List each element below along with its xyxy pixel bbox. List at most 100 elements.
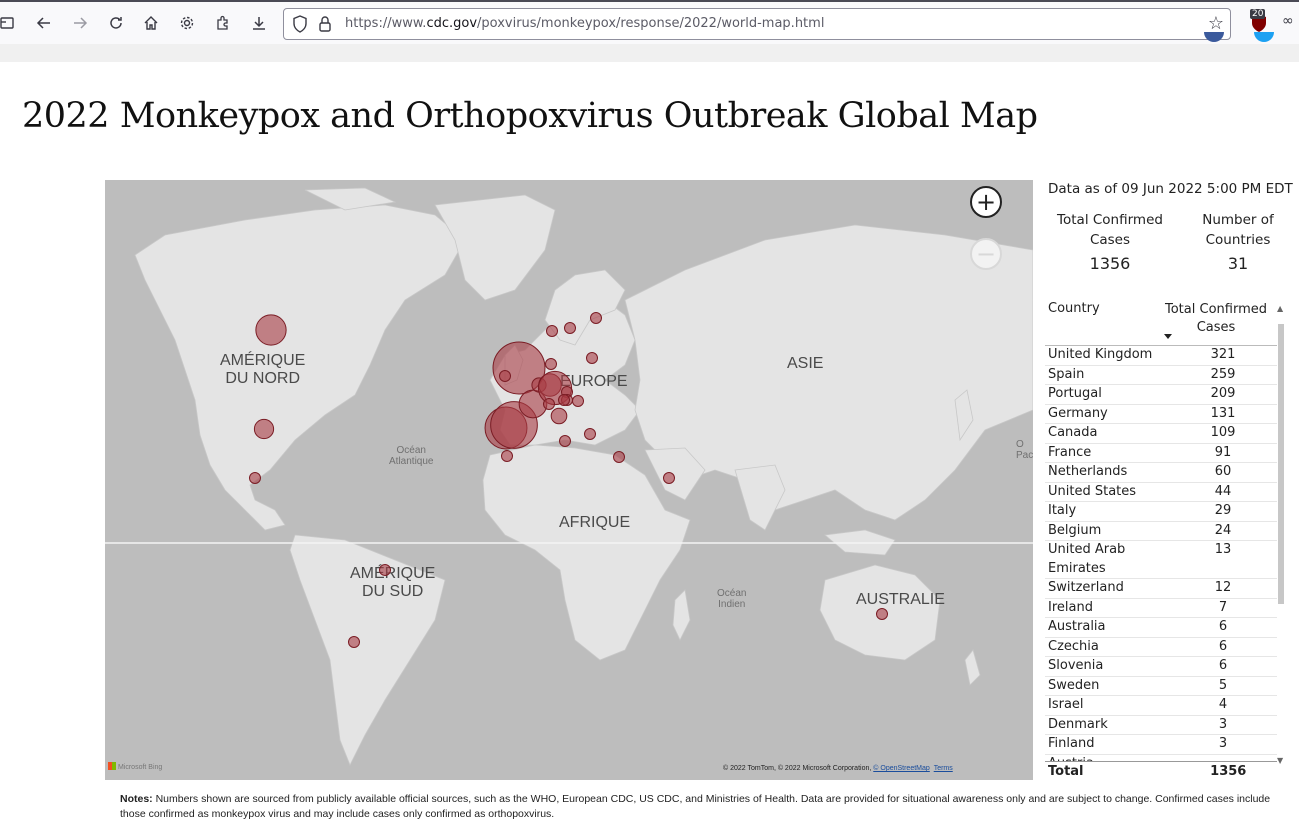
kpi-countries-value: 31 bbox=[1227, 254, 1249, 273]
extensions-icon[interactable] bbox=[210, 10, 236, 36]
reload-icon[interactable] bbox=[103, 10, 129, 36]
case-count: 6 bbox=[1218, 638, 1228, 654]
country-name: Czechia bbox=[1048, 638, 1099, 654]
table-row[interactable]: United States 44 bbox=[1045, 483, 1277, 502]
case-bubble[interactable] bbox=[663, 472, 675, 484]
case-count: 321 bbox=[1210, 347, 1236, 362]
sidebar-icon[interactable] bbox=[0, 10, 20, 36]
country-name: United Arab Emirates bbox=[1048, 542, 1126, 576]
case-bubble[interactable] bbox=[558, 394, 570, 406]
shield-icon[interactable] bbox=[292, 15, 308, 37]
case-bubble[interactable] bbox=[613, 451, 625, 463]
case-bubble[interactable] bbox=[501, 450, 513, 462]
table-row[interactable]: Switzerland 12 bbox=[1045, 579, 1277, 599]
table-row[interactable]: Finland 3 bbox=[1045, 735, 1277, 755]
url-text[interactable]: https://www.cdc.gov/poxvirus/monkeypox/r… bbox=[345, 16, 824, 31]
table-body[interactable]: United Kingdom 321 Spain 259 Portugal 209 Germ… bbox=[1045, 346, 1277, 761]
case-bubbles-layer bbox=[249, 312, 888, 648]
bing-logo: Microsoft Bing bbox=[108, 762, 162, 771]
case-count: 13 bbox=[1214, 542, 1232, 557]
table-row[interactable]: Spain 259 bbox=[1045, 366, 1277, 385]
case-bubble[interactable] bbox=[559, 435, 571, 447]
scroll-up-icon[interactable]: ▲ bbox=[1277, 304, 1283, 313]
data-as-of: Data as of 09 Jun 2022 5:00 PM EDT bbox=[1048, 181, 1293, 197]
column-header-cases[interactable]: Total Confirmed Cases bbox=[1161, 301, 1271, 337]
case-bubble[interactable] bbox=[546, 325, 558, 337]
bookmark-star-icon[interactable]: ☆ bbox=[1208, 13, 1224, 34]
case-count: 24 bbox=[1214, 522, 1232, 538]
notes: Notes: Numbers shown are sourced from pu… bbox=[120, 793, 1271, 820]
total-value: 1356 bbox=[1210, 764, 1247, 779]
table-row[interactable]: United Kingdom 321 bbox=[1045, 346, 1277, 366]
case-count: 7 bbox=[1218, 599, 1228, 615]
country-name: United Kingdom bbox=[1048, 347, 1153, 362]
extension-badge: 20 bbox=[1250, 9, 1266, 19]
case-bubble[interactable] bbox=[572, 395, 584, 407]
case-bubble[interactable] bbox=[543, 398, 555, 410]
table-row[interactable]: United Arab Emirates 13 bbox=[1045, 541, 1277, 579]
download-icon[interactable] bbox=[246, 10, 272, 36]
country-name: Belgium bbox=[1048, 522, 1102, 538]
country-name: Finland bbox=[1048, 736, 1095, 751]
world-map[interactable]: AMÉRIQUE DU NORD AMÉRIQUE DU SUD EUROPE … bbox=[105, 180, 1033, 780]
case-count: 12 bbox=[1214, 580, 1232, 595]
sort-desc-icon[interactable] bbox=[1164, 334, 1172, 339]
home-icon[interactable] bbox=[138, 10, 164, 36]
case-bubble[interactable] bbox=[379, 564, 391, 576]
case-bubble[interactable] bbox=[348, 636, 360, 648]
table-row[interactable]: Italy 29 bbox=[1045, 502, 1277, 522]
back-icon[interactable] bbox=[31, 10, 57, 36]
forward-icon[interactable] bbox=[67, 10, 93, 36]
table-row[interactable]: Portugal 209 bbox=[1045, 385, 1277, 405]
table-row[interactable]: Canada 109 bbox=[1045, 424, 1277, 444]
case-bubble[interactable] bbox=[253, 418, 275, 440]
country-name: Italy bbox=[1048, 503, 1077, 518]
table-row[interactable]: Israel 4 bbox=[1045, 696, 1277, 716]
gear-icon[interactable] bbox=[174, 10, 200, 36]
table-row[interactable]: France 91 bbox=[1045, 444, 1277, 463]
case-count: 259 bbox=[1210, 366, 1236, 382]
scroll-down-icon[interactable]: ▼ bbox=[1277, 756, 1283, 765]
case-bubble[interactable] bbox=[255, 314, 287, 346]
table-row[interactable]: Netherlands 60 bbox=[1045, 463, 1277, 483]
table-row[interactable]: Germany 131 bbox=[1045, 405, 1277, 424]
table-row[interactable]: Belgium 24 bbox=[1045, 522, 1277, 541]
url-bar[interactable]: https://www.cdc.gov/poxvirus/monkeypox/r… bbox=[283, 8, 1231, 40]
zoom-in-button[interactable]: + bbox=[970, 186, 1002, 218]
country-name: Slovenia bbox=[1048, 658, 1104, 673]
case-bubble[interactable] bbox=[586, 352, 598, 364]
case-count: 3 bbox=[1218, 736, 1228, 751]
case-bubble[interactable] bbox=[550, 407, 568, 425]
kpi-total-cases-label: Total Confirmed Cases bbox=[1057, 212, 1163, 248]
case-count: 4 bbox=[1218, 697, 1228, 712]
kpi-total-cases: Total Confirmed Cases 1356 bbox=[1046, 210, 1174, 274]
terms-link[interactable]: Terms bbox=[934, 765, 953, 772]
lock-icon[interactable] bbox=[318, 15, 332, 37]
case-bubble[interactable] bbox=[249, 472, 261, 484]
table-row[interactable]: Czechia 6 bbox=[1045, 638, 1277, 657]
case-bubble[interactable] bbox=[545, 358, 557, 370]
scrollbar-thumb[interactable] bbox=[1278, 324, 1284, 604]
table-total-row: Total 1356 bbox=[1045, 761, 1277, 781]
case-count: 44 bbox=[1214, 483, 1232, 499]
case-bubble[interactable] bbox=[564, 322, 576, 334]
column-header-country[interactable]: Country bbox=[1048, 301, 1100, 316]
map-attribution: © 2022 TomTom, © 2022 Microsoft Corporat… bbox=[723, 765, 953, 772]
country-name: Portugal bbox=[1048, 386, 1102, 401]
case-bubble[interactable] bbox=[876, 608, 888, 620]
country-name: Germany bbox=[1048, 405, 1108, 421]
table-row[interactable]: Ireland 7 bbox=[1045, 599, 1277, 618]
table-scrollbar[interactable]: ▲ ▼ bbox=[1277, 304, 1285, 766]
table-row[interactable]: Australia 6 bbox=[1045, 618, 1277, 638]
table-row[interactable]: Sweden 5 bbox=[1045, 677, 1277, 696]
country-name: Spain bbox=[1048, 366, 1085, 382]
case-bubble[interactable] bbox=[584, 428, 596, 440]
case-bubble[interactable] bbox=[499, 370, 511, 382]
overflow-menu-icon[interactable]: ∞ bbox=[1282, 13, 1294, 29]
zoom-out-button[interactable]: − bbox=[970, 238, 1002, 270]
table-row[interactable]: Denmark 3 bbox=[1045, 716, 1277, 735]
country-name: Denmark bbox=[1048, 716, 1108, 732]
case-bubble[interactable] bbox=[590, 312, 602, 324]
table-row[interactable]: Slovenia 6 bbox=[1045, 657, 1277, 677]
openstreetmap-link[interactable]: © OpenStreetMap bbox=[873, 765, 930, 772]
